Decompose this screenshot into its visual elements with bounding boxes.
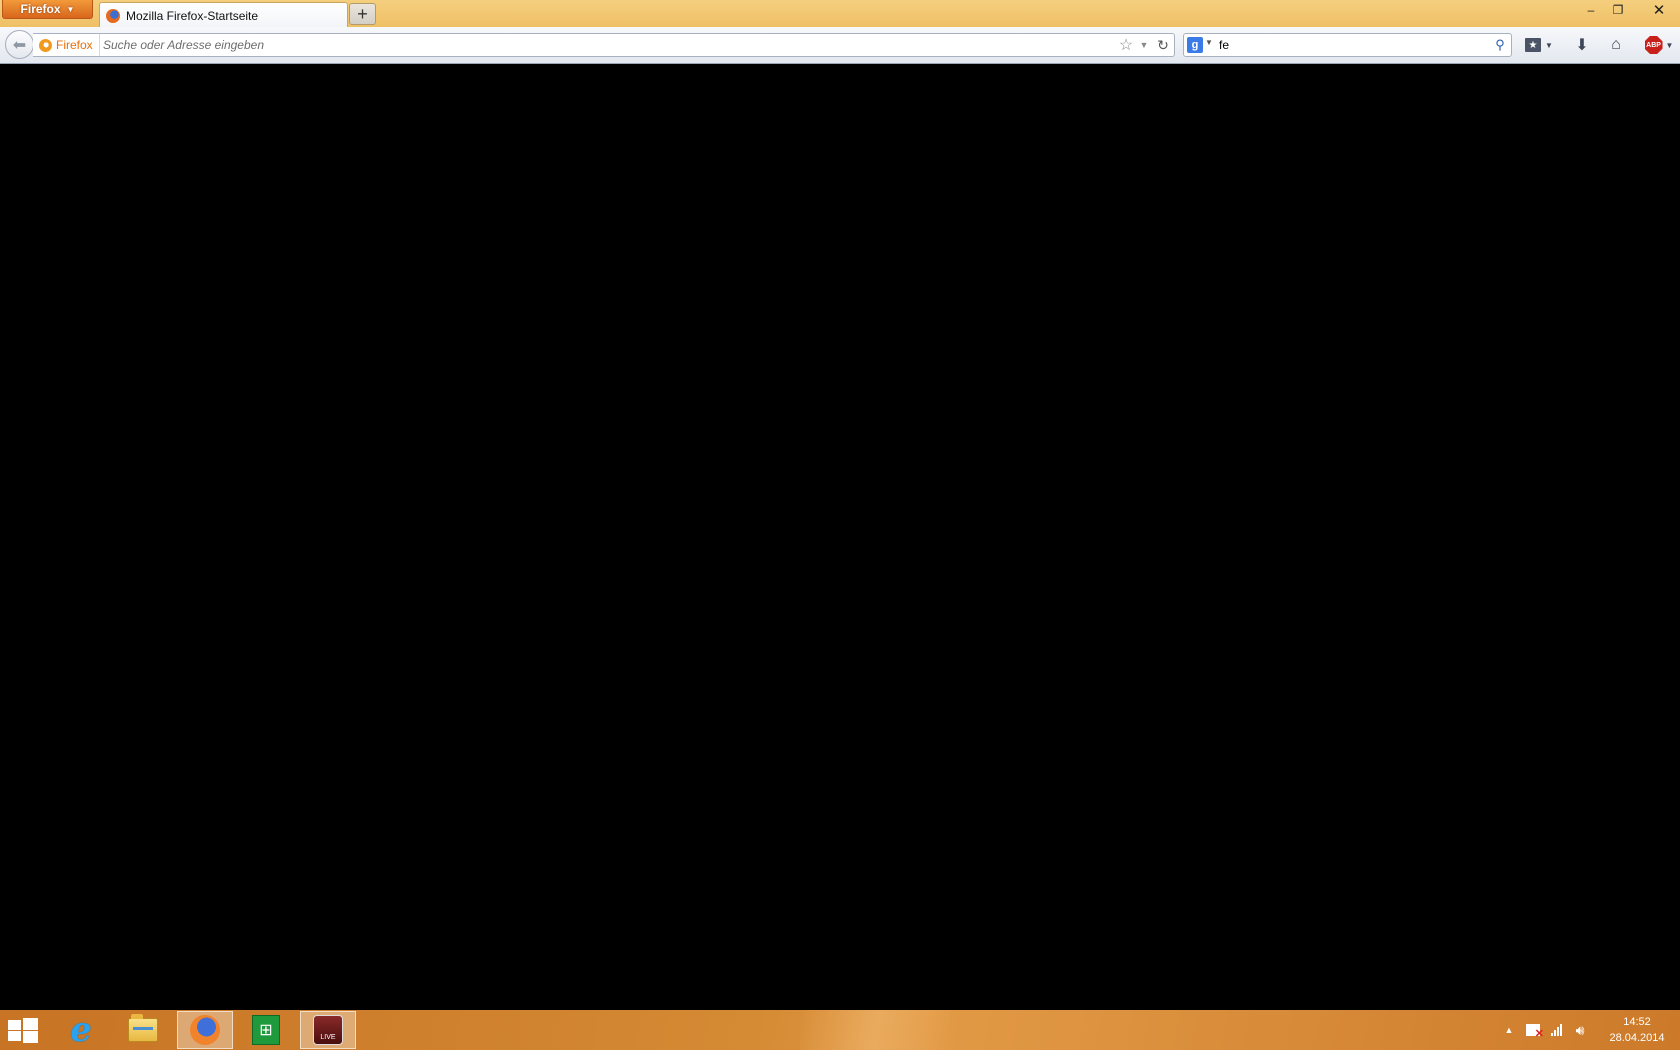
chevron-down-icon: ▼ (1665, 40, 1674, 50)
address-input[interactable] (103, 34, 1053, 56)
navigation-toolbar: ⬅ Firefox ☆ ▼ ↻ g ▼ ⚲ ★ ▼ ⬇ ⌂ ABP ▼ (0, 27, 1680, 64)
live-app-icon: LIVE (313, 1015, 343, 1045)
firefox-menu-button[interactable]: Firefox ▼ (2, 0, 93, 19)
chevron-up-icon: ▲ (1504, 1025, 1514, 1035)
taskbar-firefox[interactable] (177, 1011, 233, 1049)
taskbar-live[interactable]: LIVE (300, 1011, 356, 1049)
search-bar[interactable]: g ▼ ⚲ (1183, 33, 1512, 57)
firefox-identity-icon (39, 38, 52, 52)
history-dropdown-icon[interactable]: ▼ (1137, 34, 1151, 56)
adblock-plus-button[interactable]: ABP ▼ (1641, 32, 1677, 58)
site-identity[interactable]: Firefox (39, 34, 100, 56)
windows-logo-icon (8, 1020, 21, 1030)
taskbar-windows-store[interactable]: ⊞ (238, 1011, 294, 1049)
windows-logo-pane (8, 1031, 21, 1041)
bookmarks-icon: ★ (1525, 38, 1542, 52)
search-input[interactable] (1219, 34, 1474, 56)
bookmark-star-icon[interactable]: ☆ (1116, 34, 1136, 56)
back-button[interactable]: ⬅ (5, 30, 34, 59)
reload-icon[interactable]: ↻ (1154, 34, 1172, 56)
windows-logo-pane (23, 1018, 38, 1030)
network-button[interactable] (1545, 1010, 1567, 1050)
action-center-button[interactable]: ✕ (1522, 1010, 1544, 1050)
action-center-flag-icon: ✕ (1526, 1024, 1544, 1040)
firefox-menu-label: Firefox (20, 2, 61, 16)
store-bag-icon: ⊞ (252, 1015, 280, 1045)
url-bar[interactable]: Firefox ☆ ▼ ↻ (33, 33, 1175, 57)
firefox-favicon-icon (106, 8, 120, 23)
adblock-plus-icon: ABP (1644, 36, 1663, 54)
chevron-down-icon: ▼ (66, 4, 75, 14)
home-button[interactable]: ⌂ (1603, 32, 1629, 58)
google-engine-icon[interactable]: g (1187, 37, 1203, 53)
clock[interactable]: 14:52 28.04.2014 (1598, 1014, 1676, 1046)
folder-icon (128, 1014, 158, 1042)
tab-firefox-startpage[interactable]: Mozilla Firefox-Startseite (99, 2, 348, 28)
internet-explorer-icon: e (70, 1010, 92, 1050)
taskbar: e ⊞ LIVE ▲ ✕ 🔊︎ 14:52 28.04.2014 (0, 1010, 1680, 1050)
firefox-icon (190, 1015, 220, 1045)
maximize-button[interactable]: ❐ (1604, 0, 1632, 20)
home-icon: ⌂ (1611, 36, 1621, 53)
start-button[interactable] (8, 1018, 38, 1043)
back-arrow-icon: ⬅ (12, 36, 27, 54)
downloads-button[interactable]: ⬇ (1570, 32, 1594, 58)
search-magnifier-icon[interactable]: ⚲ (1491, 36, 1509, 54)
engine-dropdown-icon[interactable]: ▼ (1205, 38, 1213, 47)
download-icon: ⬇ (1575, 37, 1589, 54)
tab-title: Mozilla Firefox-Startseite (126, 8, 259, 23)
taskbar-internet-explorer[interactable]: e (53, 1010, 109, 1050)
taskbar-file-explorer[interactable] (115, 1011, 171, 1049)
network-signal-icon (1550, 1024, 1562, 1036)
identity-label: Firefox (56, 38, 93, 52)
close-button[interactable]: ✕ (1641, 0, 1677, 20)
clock-time: 14:52 (1623, 1016, 1651, 1028)
volume-button[interactable]: 🔊︎ (1568, 1010, 1592, 1050)
new-tab-button[interactable]: + (349, 3, 376, 25)
show-hidden-icons-button[interactable]: ▲ (1500, 1010, 1518, 1050)
clock-date: 28.04.2014 (1609, 1032, 1665, 1044)
chevron-down-icon: ▼ (1545, 40, 1553, 50)
speaker-icon: 🔊︎ (1575, 1021, 1585, 1038)
bookmarks-button[interactable]: ★ ▼ (1522, 32, 1556, 58)
windows-logo-pane (23, 1031, 38, 1043)
page-content[interactable] (0, 64, 1680, 1010)
title-bar: Firefox ▼ Mozilla Firefox-Startseite + –… (0, 0, 1680, 28)
minimize-button[interactable]: – (1577, 0, 1605, 20)
